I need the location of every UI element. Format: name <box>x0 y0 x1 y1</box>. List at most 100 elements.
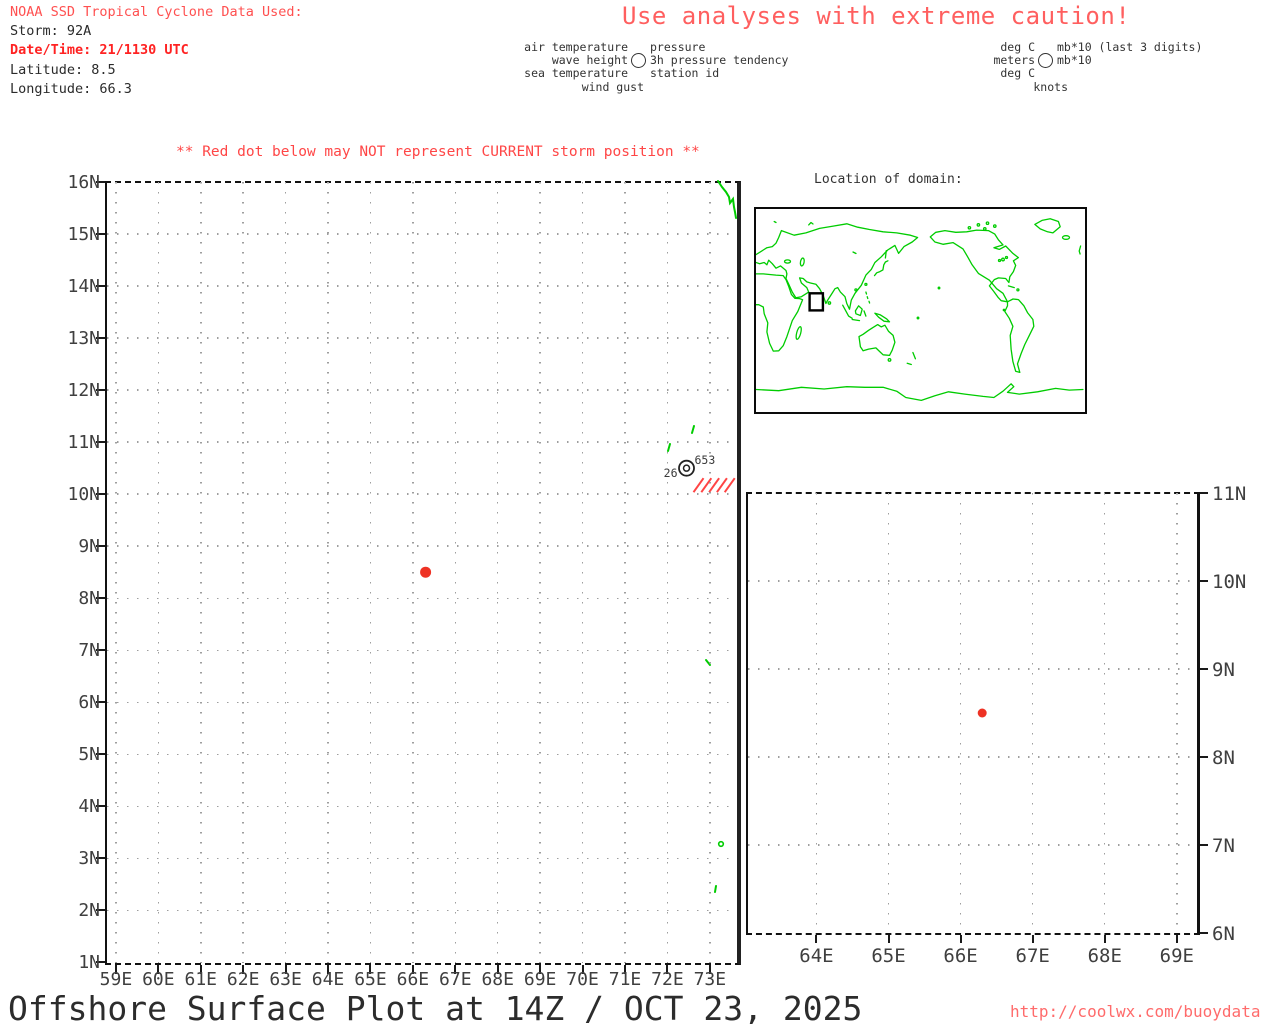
station-circle-icon <box>630 53 646 68</box>
main-map-vgrid-62E <box>242 182 244 963</box>
zoom-map-xlabel-66E: 66E <box>943 945 978 967</box>
caution-headline: Use analyses with extreme caution! <box>622 2 1131 30</box>
eurasia-coastline <box>756 223 919 310</box>
zoom-map-ytick-7N <box>1200 844 1208 846</box>
main-map-vgrid-65E <box>369 182 372 963</box>
caspian-sea <box>799 257 805 267</box>
tasmania <box>887 357 892 362</box>
main-map-vgrid-73E <box>709 182 711 963</box>
new-zealand-south <box>906 362 912 366</box>
zoom-map-hgrid-8N <box>748 756 1197 758</box>
main-map-ylabel-10N: 10N <box>67 484 100 506</box>
arctic-island-3 <box>985 221 990 226</box>
main-map-ylabel-9N: 9N <box>78 536 100 558</box>
sulawesi <box>863 310 867 317</box>
main-map-vgrid-69E <box>539 182 541 963</box>
world-coastlines-map <box>756 218 1084 402</box>
main-map-hgrid-8N <box>107 597 737 599</box>
source-url-link[interactable]: http://coolwx.com/buoydata <box>1010 1002 1260 1021</box>
main-map-hgrid-2N <box>107 909 737 912</box>
zoom-map-ylabel-11N: 11N <box>1212 483 1247 505</box>
main-map-vgrid-67E <box>454 182 457 963</box>
main-map-hgrid-4N <box>107 805 737 808</box>
zoom-map-xlabel-68E: 68E <box>1087 945 1122 967</box>
main-map-ylabel-3N: 3N <box>78 848 100 870</box>
zoom-map-xtick-66E <box>959 935 962 943</box>
japan <box>873 260 889 277</box>
galapagos <box>1002 308 1006 312</box>
iceland <box>1061 235 1071 240</box>
main-map-ylabel-13N: 13N <box>67 328 100 350</box>
africa-coastline <box>756 273 804 352</box>
greenland-coastline <box>1034 218 1061 234</box>
main-map-hgrid-11N <box>107 441 737 443</box>
taiwan <box>864 282 868 287</box>
main-map-ylabel-8N: 8N <box>78 588 100 610</box>
plot-title: Offshore Surface Plot at 14Z / OCT 23, 2… <box>8 989 863 1024</box>
cuba <box>1007 285 1015 289</box>
main-map-vgrid-72E <box>666 182 669 963</box>
zoom-map-xlabel-69E: 69E <box>1159 945 1194 967</box>
sakhalin <box>884 249 887 259</box>
zoom-map-xtick-67E <box>1031 935 1034 943</box>
units-legend-left-3: knots <box>1033 79 1068 94</box>
units-legend-right-1: mb*10 <box>1057 53 1092 68</box>
main-map-vgrid-63E <box>284 182 287 963</box>
zoom-map-hgrid-9N <box>748 668 1197 670</box>
main-map-ylabel-7N: 7N <box>78 640 100 662</box>
sri-lanka <box>827 301 832 305</box>
great-lakes-1 <box>1001 257 1005 262</box>
red-dot-warning: ** Red dot below may NOT represent CURRE… <box>176 144 700 160</box>
main-map-hgrid-3N <box>107 857 737 860</box>
arctic-island-5 <box>982 227 987 231</box>
great-lakes-3 <box>1004 255 1009 260</box>
main-map-hgrid-14N <box>107 285 737 287</box>
zoom-map-ytick-8N <box>1200 756 1208 758</box>
main-map-hgrid-13N <box>107 337 737 339</box>
storm-info-line-0: NOAA SSD Tropical Cyclone Data Used: <box>10 4 303 20</box>
zoom-map-ylabel-9N: 9N <box>1212 659 1235 681</box>
main-map-vgrid-68E <box>496 182 499 963</box>
zoom-map-ylabel-7N: 7N <box>1212 835 1235 857</box>
main-map-ylabel-16N: 16N <box>67 172 100 193</box>
zoom-map-hgrid-10N <box>748 580 1197 582</box>
main-map-hgrid-7N <box>107 649 737 652</box>
zoom-map-xtick-69E <box>1175 935 1178 943</box>
java <box>851 318 861 322</box>
coastlines <box>756 218 1084 402</box>
black-sea <box>783 259 792 264</box>
domain-location-map <box>754 207 1087 414</box>
zoom-map-ytick-10N <box>1200 580 1208 582</box>
philippines-3 <box>868 300 871 304</box>
units-circle-icon <box>1037 53 1053 68</box>
lake-baikal <box>852 251 857 255</box>
arctic-island-4 <box>992 224 997 228</box>
main-map-xlabel-73E: 73E <box>693 969 727 990</box>
main-map-vgrid-71E <box>624 182 626 963</box>
main-map-ylabel-15N: 15N <box>67 224 100 246</box>
zoom-map-vgrid-65E <box>887 493 890 933</box>
main-map-hgrid-5N <box>107 753 737 756</box>
station-legend-left-3: wind gust <box>581 79 644 94</box>
south-america-coastline <box>1004 298 1035 374</box>
station-legend-right-2: station id <box>650 66 720 81</box>
zoom-map-xlabel-65E: 65E <box>871 945 906 967</box>
main-map-ylabel-12N: 12N <box>67 380 100 402</box>
zoom-map-xlabel-67E: 67E <box>1015 945 1050 967</box>
station-legend-left-2: sea temperature <box>524 66 628 81</box>
zoom-map-xlabel-64E: 64E <box>799 945 834 967</box>
zoom-map-hgrid-7N <box>748 844 1197 846</box>
new-zealand-north <box>912 351 917 360</box>
zoom-map-ylabel-10N: 10N <box>1212 571 1247 593</box>
hawaii <box>937 286 941 290</box>
main-map-hgrid-15N <box>107 233 737 235</box>
zoom-map-vgrid-64E <box>815 493 818 933</box>
zoom-map-xtick-64E <box>815 935 818 943</box>
offshore-surface-plot-page: Use analyses with extreme caution! ** Re… <box>0 0 1280 1024</box>
australia-coastline <box>858 323 896 357</box>
madagascar <box>795 326 802 340</box>
fiji <box>916 316 920 320</box>
hainan <box>854 288 858 292</box>
main-map-hgrid-9N <box>107 545 737 547</box>
main-map-ylabel-11N: 11N <box>67 432 100 454</box>
